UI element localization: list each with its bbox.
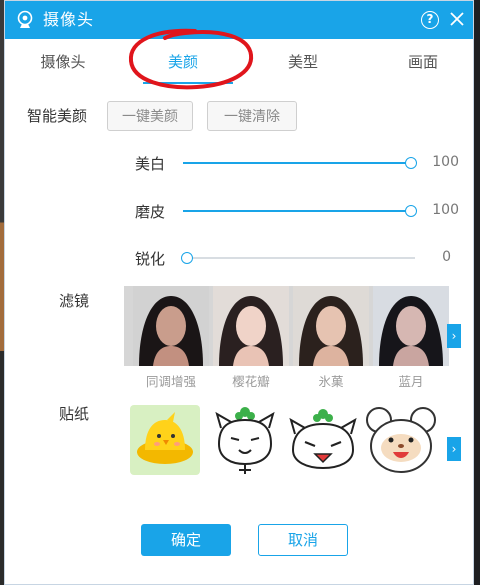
tab-beauty[interactable]: 美颜 (138, 51, 228, 72)
sharpen-value: 0 (442, 249, 451, 265)
sticker-sprout-cat-icon[interactable] (209, 404, 281, 476)
smart-beauty-label: 智能美颜 (27, 107, 88, 125)
sticker-mouse-face-icon[interactable] (365, 404, 437, 476)
sticker-sprout-cat-angry-icon[interactable] (287, 404, 359, 476)
close-icon[interactable] (447, 9, 467, 29)
cancel-button[interactable]: 取消 (258, 524, 348, 556)
help-icon[interactable]: ? (421, 11, 439, 29)
filter-name-2: 樱花瓣 (232, 374, 270, 389)
filter-next-arrow-icon[interactable]: › (447, 324, 461, 348)
filter-thumb-3[interactable] (293, 286, 369, 366)
sticker-chick-hat-icon[interactable] (129, 404, 201, 476)
filter-label: 滤镜 (59, 292, 90, 310)
whitening-label: 美白 (135, 155, 166, 173)
sticker-label: 贴纸 (59, 405, 90, 423)
tab-shape[interactable]: 美型 (258, 51, 348, 72)
filter-thumb-1[interactable] (133, 286, 209, 366)
smoothing-slider-fill (183, 210, 411, 212)
whitening-slider-knob[interactable] (405, 157, 417, 169)
sticker-next-arrow-icon[interactable]: › (447, 437, 461, 461)
sharpen-slider-knob[interactable] (181, 252, 193, 264)
one-click-clear-button[interactable]: 一键清除 (207, 101, 297, 131)
smoothing-label: 磨皮 (135, 203, 166, 221)
one-click-beauty-button[interactable]: 一键美颜 (107, 101, 193, 131)
filter-name-4: 蓝月 (398, 374, 424, 389)
whitening-slider-fill (183, 162, 411, 164)
title-bar: 摄像头 ? (5, 1, 473, 39)
filter-thumb-4[interactable] (373, 286, 449, 366)
confirm-button[interactable]: 确定 (141, 524, 231, 556)
sharpen-slider-track[interactable] (183, 257, 415, 259)
camera-dialog: 摄像头 ? 摄像头 美颜 美型 画面 智能美颜 一键美颜 一键清除 美白 100… (4, 0, 474, 585)
sharpen-label: 锐化 (135, 250, 166, 268)
smoothing-value: 100 (432, 202, 459, 218)
active-tab-indicator (143, 82, 233, 84)
filter-name-1: 同调增强 (145, 374, 196, 389)
tab-picture[interactable]: 画面 (378, 51, 468, 72)
filter-name-3: 氷菓 (318, 374, 344, 389)
camera-icon (17, 10, 33, 28)
filter-thumb-2[interactable] (213, 286, 289, 366)
tab-bar: 摄像头 美颜 美型 画面 (5, 39, 473, 85)
tab-camera[interactable]: 摄像头 (18, 51, 108, 72)
smoothing-slider-knob[interactable] (405, 205, 417, 217)
window-title: 摄像头 (43, 10, 95, 29)
whitening-value: 100 (432, 154, 459, 170)
